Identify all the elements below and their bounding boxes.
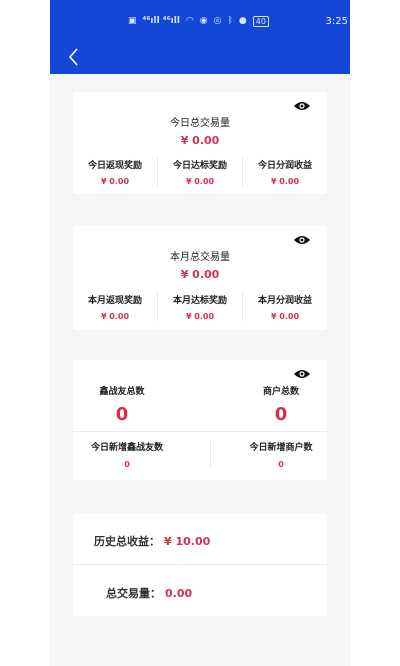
month-profit-share: 本月分润收益 ¥ 0.00 (242, 293, 327, 321)
header-bar: ▣ ⁴⁶ıll ⁴⁶ıll ◠ ◉ ◎ ᛒ ● 40 3:25 (50, 0, 350, 74)
eye-icon[interactable] (293, 97, 311, 110)
month-target-label: 本月达标奖励 (172, 296, 227, 306)
month-total-value: ¥ 0.00 (180, 268, 220, 281)
today-card: 今日总交易量 ¥ 0.00 今日返现奖励 ¥ 0.00 今日达标奖励 ¥ 0.0… (73, 92, 327, 194)
status-bar: ▣ ⁴⁶ıll ⁴⁶ıll ◠ ◉ ◎ ᛒ ● 40 3:25 (128, 14, 348, 28)
back-arrow-icon[interactable] (64, 46, 84, 68)
history-income-value: ¥ 10.00 (164, 535, 211, 548)
today-target-label: 今日达标奖励 (172, 161, 227, 171)
month-cashback-value: ¥ 0.00 (100, 312, 130, 321)
counts-card: 鑫战友总数 0 商户总数 0 今日新增鑫战友数 0 今日新增商户数 0 (73, 360, 327, 480)
eye-icon[interactable] (293, 231, 311, 244)
new-merchants-label: 今日新增商户数 (249, 443, 313, 453)
history-card: 历史总收益： ¥ 10.00 总交易量： 0.00 (73, 514, 327, 616)
notification-icon: ◉ (199, 16, 208, 26)
today-total-value: ¥ 0.00 (180, 134, 220, 147)
history-income-row: 历史总收益： ¥ 10.00 (94, 533, 348, 549)
month-target-value: ¥ 0.00 (185, 312, 215, 321)
battery-icon: 40 (252, 15, 269, 27)
new-partners-label: 今日新增鑫战友数 (90, 443, 163, 453)
new-partners-value: 0 (124, 460, 130, 469)
today-profit-label: 今日分润收益 (257, 161, 312, 171)
app-screen: ▣ ⁴⁶ıll ⁴⁶ıll ◠ ◉ ◎ ᛒ ● 40 3:25 今日总交易量 ¥… (50, 0, 350, 666)
wifi-icon: ◠ (185, 16, 194, 26)
today-target-value: ¥ 0.00 (185, 177, 215, 186)
counts-vertical-divider (210, 440, 211, 468)
counts-divider (73, 431, 327, 432)
history-volume-label: 总交易量： (106, 587, 161, 600)
today-breakdown: 今日返现奖励 ¥ 0.00 今日达标奖励 ¥ 0.00 今日分润收益 ¥ 0.0… (73, 158, 327, 186)
month-profit-label: 本月分润收益 (257, 296, 312, 306)
month-profit-value: ¥ 0.00 (270, 312, 300, 321)
today-cashback-label: 今日返现奖励 (87, 161, 142, 171)
new-merchants-value: 0 (278, 460, 284, 469)
signal-icon: ⁴⁶ıll ⁴⁶ıll (142, 16, 180, 26)
today-total-label: 今日总交易量 (170, 118, 230, 129)
month-cashback: 本月返现奖励 ¥ 0.00 (73, 293, 157, 321)
merchants-total-value: 0 (274, 404, 288, 425)
bluetooth-icon: ᛒ (227, 16, 233, 26)
history-income-label: 历史总收益： (94, 535, 160, 548)
month-card: 本月总交易量 ¥ 0.00 本月返现奖励 ¥ 0.00 本月达标奖励 ¥ 0.0… (73, 226, 327, 330)
today-profit-share: 今日分润收益 ¥ 0.00 (242, 158, 327, 186)
eye-status-icon: ◎ (213, 16, 222, 26)
location-icon: ● (238, 16, 247, 26)
today-cashback-value: ¥ 0.00 (100, 177, 130, 186)
history-divider (73, 564, 327, 565)
today-profit-value: ¥ 0.00 (270, 177, 300, 186)
eye-icon[interactable] (293, 365, 311, 378)
month-total-label: 本月总交易量 (170, 252, 230, 263)
history-volume-value: 0.00 (165, 587, 193, 600)
month-target-reward: 本月达标奖励 ¥ 0.00 (157, 293, 242, 321)
today-target-reward: 今日达标奖励 ¥ 0.00 (157, 158, 242, 186)
history-volume-row: 总交易量： 0.00 (106, 585, 350, 601)
month-breakdown: 本月返现奖励 ¥ 0.00 本月达标奖励 ¥ 0.00 本月分润收益 ¥ 0.0… (73, 293, 327, 321)
today-cashback: 今日返现奖励 ¥ 0.00 (73, 158, 157, 186)
partners-total-value: 0 (115, 404, 129, 425)
merchants-total-label: 商户总数 (262, 387, 299, 397)
sim-icon: ▣ (128, 16, 137, 26)
partners-total-label: 鑫战友总数 (99, 387, 145, 397)
month-cashback-label: 本月返现奖励 (87, 296, 142, 306)
status-time: 3:25 (325, 15, 348, 27)
